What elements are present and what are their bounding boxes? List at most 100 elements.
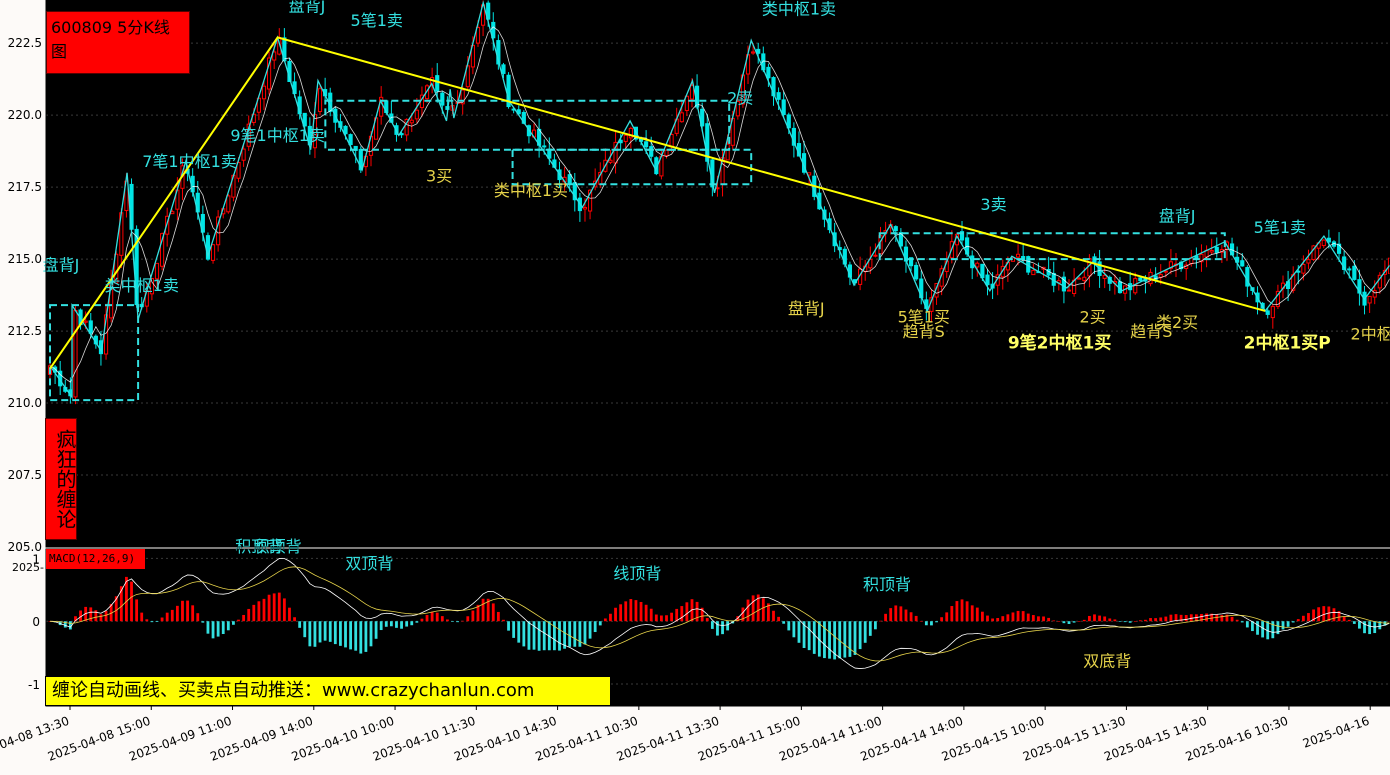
macd-bar bbox=[466, 616, 470, 622]
macd-bar bbox=[512, 621, 516, 638]
macd-bar bbox=[624, 601, 628, 622]
macd-bar bbox=[1077, 621, 1081, 622]
macd-bar bbox=[415, 621, 419, 623]
macd-bar bbox=[491, 603, 495, 622]
candle bbox=[73, 306, 78, 405]
macd-annotation: 积顶背 bbox=[863, 575, 911, 594]
chart-canvas: 205.0207.5210.0212.5215.0217.5220.0222.5… bbox=[0, 0, 1390, 764]
macd-bar bbox=[440, 616, 444, 622]
candle-body bbox=[914, 264, 919, 280]
candle-body bbox=[88, 320, 93, 334]
price-tick-label: 222.5 bbox=[8, 36, 42, 50]
signal-annotation: 类2买 bbox=[1156, 313, 1198, 332]
macd-bar bbox=[104, 610, 108, 622]
macd-bar bbox=[970, 605, 974, 622]
macd-bar bbox=[634, 600, 638, 622]
macd-bar bbox=[1159, 617, 1163, 622]
macd-bar bbox=[578, 621, 582, 647]
macd-bar bbox=[863, 621, 867, 643]
macd-bar bbox=[558, 621, 561, 651]
macd-bar bbox=[807, 621, 811, 651]
macd-bar bbox=[1001, 616, 1005, 622]
macd-bar bbox=[1368, 621, 1372, 635]
macd-bar bbox=[99, 614, 103, 622]
candle-body bbox=[1296, 270, 1301, 273]
candle-body bbox=[501, 64, 506, 74]
candle-body bbox=[873, 254, 878, 257]
candle-body bbox=[1301, 263, 1306, 274]
macd-bar bbox=[619, 604, 623, 622]
macd-bar bbox=[1108, 618, 1112, 622]
macd-bar bbox=[675, 608, 679, 622]
macd-bar bbox=[950, 606, 954, 622]
macd-bar bbox=[705, 618, 709, 622]
macd-bar bbox=[924, 621, 928, 626]
macd-bar bbox=[1052, 620, 1056, 622]
macd-bar bbox=[1042, 616, 1045, 622]
macd-bar bbox=[1026, 613, 1030, 622]
signal-annotation: 3卖 bbox=[980, 195, 1006, 214]
macd-bar bbox=[772, 610, 775, 622]
candle-body bbox=[679, 112, 684, 123]
macd-bar bbox=[288, 607, 291, 622]
macd-bar bbox=[710, 621, 714, 629]
candle-body bbox=[664, 149, 669, 157]
macd-bar bbox=[1169, 614, 1173, 622]
macd-bar bbox=[746, 599, 750, 622]
macd-bar bbox=[1352, 621, 1356, 624]
candle bbox=[267, 51, 272, 95]
macd-bar bbox=[680, 606, 684, 622]
macd-bar bbox=[242, 614, 246, 622]
macd-bar bbox=[150, 621, 154, 623]
macd-bar bbox=[181, 600, 184, 622]
macd-bar bbox=[191, 605, 195, 622]
candle-body bbox=[1265, 310, 1270, 315]
macd-bar bbox=[1011, 612, 1015, 622]
macd-bar bbox=[303, 621, 307, 638]
macd-bar bbox=[364, 621, 368, 652]
macd-bar bbox=[527, 621, 531, 650]
candle-body bbox=[542, 145, 547, 148]
macd-bar bbox=[262, 598, 266, 622]
macd-bar bbox=[1347, 619, 1351, 622]
candle-body bbox=[985, 274, 990, 286]
macd-bar bbox=[1281, 621, 1285, 630]
macd-indicator-label: MACD(12,26,9) bbox=[46, 549, 145, 569]
macd-bar bbox=[873, 621, 877, 630]
candle-body bbox=[435, 75, 440, 92]
macd-bar bbox=[685, 602, 689, 622]
price-tick-label: 220.0 bbox=[8, 108, 42, 122]
price-tick-label: 210.0 bbox=[8, 396, 42, 410]
macd-bar bbox=[726, 621, 730, 631]
macd-annotation: 双底背 bbox=[1083, 651, 1131, 670]
macd-bar bbox=[267, 594, 271, 622]
macd-axis-top-label: 2025- bbox=[12, 561, 44, 574]
macd-bar bbox=[761, 598, 765, 622]
macd-bar bbox=[884, 613, 887, 622]
candle-body bbox=[1015, 253, 1021, 258]
macd-tick-label: 0 bbox=[32, 615, 40, 629]
macd-bar bbox=[1082, 619, 1086, 622]
price-tick-label: 207.5 bbox=[8, 468, 42, 482]
macd-bar bbox=[792, 621, 796, 638]
macd-bar bbox=[461, 620, 465, 622]
candle-body bbox=[226, 195, 231, 213]
macd-bar bbox=[349, 621, 353, 650]
macd-bar bbox=[721, 621, 724, 635]
macd-bar bbox=[216, 621, 220, 637]
candle-body bbox=[644, 141, 649, 148]
macd-bar bbox=[1149, 618, 1152, 622]
candle-body bbox=[1321, 239, 1326, 247]
candle-body bbox=[1163, 270, 1168, 273]
macd-bar bbox=[542, 621, 546, 651]
candle-body bbox=[1306, 259, 1311, 264]
macd-bar bbox=[777, 616, 780, 622]
macd-bar bbox=[1128, 621, 1132, 623]
macd-bar bbox=[914, 615, 918, 622]
macd-bar bbox=[313, 621, 317, 647]
macd-bar bbox=[1164, 616, 1168, 622]
macd-bar bbox=[344, 621, 347, 648]
macd-bar bbox=[1072, 621, 1076, 623]
macd-bar bbox=[1245, 621, 1249, 628]
signal-annotation: 类中枢1卖 bbox=[105, 276, 179, 295]
